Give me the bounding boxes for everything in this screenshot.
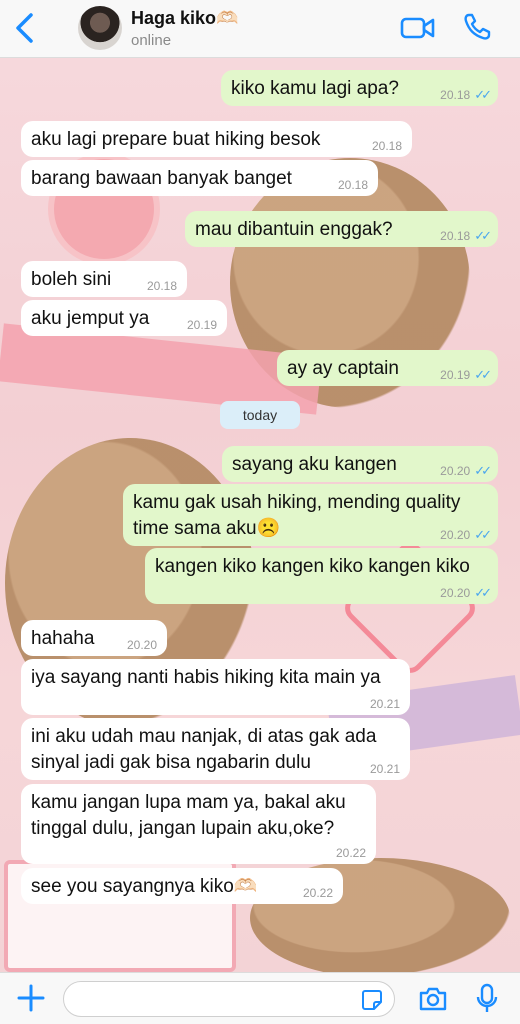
message-meta: 20.19 ✓✓ [440, 367, 492, 383]
back-chevron-icon[interactable] [12, 12, 38, 44]
message-meta: 20.20 ✓✓ [440, 463, 492, 479]
message-time: 20.18 [440, 88, 471, 102]
message-text: mau dibantuin enggak? [195, 219, 393, 240]
message-meta: 20.20 [127, 638, 157, 652]
message-time: 20.20 [440, 528, 471, 542]
message-time: 20.18 [146, 279, 177, 293]
message-text: aku lagi prepare buat hiking besok [31, 129, 321, 150]
contact-status: online [131, 32, 172, 49]
read-receipt-icon: ✓✓ [474, 87, 492, 102]
message-time: 20.18 [371, 139, 402, 153]
message-text: kamu jangan lupa mam ya, bakal aku tingg… [31, 792, 346, 839]
incoming-message[interactable]: kamu jangan lupa mam ya, bakal aku tingg… [21, 784, 376, 864]
message-time: 20.18 [337, 178, 368, 192]
incoming-message[interactable]: hahaha 20.20 [21, 620, 167, 656]
date-separator: today [220, 401, 300, 429]
message-meta: 20.21 [370, 762, 400, 776]
read-receipt-icon: ✓✓ [474, 585, 492, 600]
message-meta: 20.18 [338, 178, 368, 192]
outgoing-message[interactable]: sayang aku kangen 20.20 ✓✓ [222, 446, 498, 482]
chat-area[interactable]: kiko kamu lagi apa? 20.18 ✓✓ aku lagi pre… [0, 58, 520, 972]
message-text: see you sayangnya kiko🫶🏻 [31, 876, 258, 897]
outgoing-message[interactable]: kangen kiko kangen kiko kangen kiko 20.2… [145, 548, 498, 604]
microphone-icon[interactable] [476, 983, 498, 1015]
outgoing-message[interactable]: kiko kamu lagi apa? 20.18 ✓✓ [221, 70, 498, 106]
incoming-message[interactable]: ini aku udah mau nanjak, di atas gak ada… [21, 718, 410, 780]
incoming-message[interactable]: iya sayang nanti habis hiking kita main … [21, 659, 410, 715]
message-time: 20.19 [440, 368, 471, 382]
outgoing-message[interactable]: kamu gak usah hiking, mending quality ti… [123, 484, 498, 546]
message-text: boleh sini [31, 269, 112, 290]
message-text: ay ay captain [287, 358, 399, 379]
read-receipt-icon: ✓✓ [474, 228, 492, 243]
video-camera-icon[interactable] [400, 14, 436, 42]
message-text: hahaha [31, 628, 95, 649]
message-time: 20.19 [186, 318, 217, 332]
message-meta: 20.21 [370, 697, 400, 711]
message-time: 20.18 [440, 229, 471, 243]
contact-name[interactable]: Haga kiko🫶🏻 [131, 8, 238, 29]
outgoing-message[interactable]: ay ay captain 20.19 ✓✓ [277, 350, 498, 386]
camera-icon[interactable] [418, 985, 448, 1013]
message-time: 20.20 [126, 638, 157, 652]
phone-icon[interactable] [462, 12, 492, 42]
message-meta: 20.22 [336, 846, 366, 860]
incoming-message[interactable]: aku jemput ya 20.19 [21, 300, 227, 336]
read-receipt-icon: ✓✓ [474, 527, 492, 542]
message-time: 20.22 [302, 886, 333, 900]
message-text: kiko kamu lagi apa? [231, 78, 399, 99]
message-text: sayang aku kangen [232, 454, 397, 475]
message-time: 20.21 [369, 697, 400, 711]
message-meta: 20.18 ✓✓ [440, 228, 492, 244]
message-text: ini aku udah mau nanjak, di atas gak ada… [31, 726, 377, 773]
message-text: kangen kiko kangen kiko kangen kiko [155, 556, 470, 577]
message-meta: 20.20 ✓✓ [440, 527, 492, 543]
message-text: kamu gak usah hiking, mending quality ti… [133, 492, 461, 539]
read-receipt-icon: ✓✓ [474, 463, 492, 478]
message-text: aku jemput ya [31, 308, 150, 329]
message-meta: 20.18 [372, 139, 402, 153]
message-meta: 20.22 [303, 886, 333, 900]
plus-icon[interactable] [16, 983, 46, 1013]
message-text: iya sayang nanti habis hiking kita main … [31, 667, 381, 688]
composer-bar [0, 972, 520, 1024]
message-text: barang bawaan banyak banget [31, 168, 292, 189]
message-time: 20.20 [440, 586, 471, 600]
message-time: 20.22 [335, 846, 366, 860]
message-time: 20.21 [369, 762, 400, 776]
read-receipt-icon: ✓✓ [474, 367, 492, 382]
message-input[interactable] [63, 981, 395, 1017]
outgoing-message[interactable]: mau dibantuin enggak? 20.18 ✓✓ [185, 211, 498, 247]
message-meta: 20.20 ✓✓ [440, 585, 492, 601]
incoming-message[interactable]: boleh sini 20.18 [21, 261, 187, 297]
message-meta: 20.19 [187, 318, 217, 332]
message-time: 20.20 [440, 464, 471, 478]
contact-avatar[interactable] [78, 6, 122, 50]
incoming-message[interactable]: barang bawaan banyak banget 20.18 [21, 160, 378, 196]
message-meta: 20.18 ✓✓ [440, 87, 492, 103]
chat-header: Haga kiko🫶🏻 online [0, 0, 520, 58]
incoming-message[interactable]: aku lagi prepare buat hiking besok 20.18 [21, 121, 412, 157]
incoming-message[interactable]: see you sayangnya kiko🫶🏻 20.22 [21, 868, 343, 904]
message-meta: 20.18 [147, 279, 177, 293]
sticker-icon[interactable] [361, 989, 383, 1011]
